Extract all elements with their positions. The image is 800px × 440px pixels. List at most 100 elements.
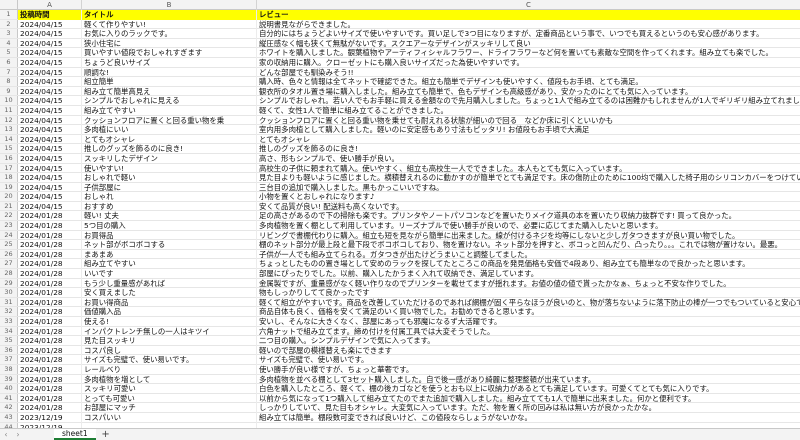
cell-date[interactable]: 2024/04/15: [18, 153, 82, 164]
cell-review[interactable]: 購入時、色々と情報は全てネットで確認できた。組立も簡単でデザインも使いやすく、値…: [257, 77, 800, 87]
row-number[interactable]: 35: [0, 336, 18, 345]
cell-title[interactable]: 子供部屋に: [82, 182, 257, 193]
cell-review[interactable]: しっかりしていて、見た目もオシャレ。大変気に入っています。ただ、物を置く所の回み…: [257, 403, 800, 413]
cell-date[interactable]: 2024/01/28: [18, 384, 82, 394]
row-number[interactable]: 22: [0, 211, 18, 221]
row-number[interactable]: 26: [0, 249, 18, 259]
column-header-a[interactable]: A: [18, 0, 82, 10]
row-number[interactable]: 29: [0, 278, 18, 288]
cell-title[interactable]: クッションフロアに置くと回る重い物を乗: [82, 115, 257, 126]
cell-title[interactable]: お買い得商品: [82, 297, 257, 308]
cell-review[interactable]: 自分的にはちょうどよいサイズで使いやすいです。買い足しで3つ目になりますが、定番…: [257, 29, 800, 39]
cell-title[interactable]: シンプルでおしゃれに見える: [82, 96, 257, 106]
cell-date[interactable]: 2024/04/15: [18, 125, 82, 135]
cell-review[interactable]: 以前から気になって1つ購入して組み立てたのでまた追加で購入しました。組み立てても…: [257, 394, 800, 404]
cell-review[interactable]: 推しのグッズを飾るのに良き!: [257, 144, 800, 154]
row-number[interactable]: 43: [0, 412, 18, 422]
row-number[interactable]: 7: [0, 67, 18, 77]
cell-review[interactable]: ホワイトを購入しました。観葉植物やアーティフィシャルフラワー、ドライフラワーなど…: [257, 48, 800, 58]
cell-title[interactable]: 使える!: [82, 317, 257, 327]
row-number[interactable]: 16: [0, 153, 18, 163]
cell-review[interactable]: リビングで書棚代わりに購入。組立も短を見ながら簡単に出来ました。線が付けるネジを…: [257, 231, 800, 241]
cell-title[interactable]: ちょうど良いサイズ: [82, 57, 257, 68]
cell-date[interactable]: 2024/01/28: [18, 355, 82, 365]
cell-date[interactable]: 2024/04/15: [18, 201, 82, 212]
cell-date[interactable]: 2023/12/19: [18, 412, 82, 423]
cell-title[interactable]: もう少し重量感があれば: [82, 278, 257, 289]
cell-review[interactable]: 金属製ですが、重量感がなく軽い作りなのでプリンターを載せてますが揺れます。お値の…: [257, 279, 800, 289]
cell-review[interactable]: 六角ナットで組み立てます。締め付けを付属工具では大変そうでした。: [257, 327, 800, 337]
row-number[interactable]: 18: [0, 173, 18, 182]
row-number[interactable]: 20: [0, 192, 18, 201]
cell-review[interactable]: 室内用多肉植として購入しました。軽いのに安定感もあり寸法もピッタリ! お値段もお…: [257, 125, 800, 135]
row-number[interactable]: 17: [0, 163, 18, 173]
cell-date[interactable]: 2024/01/28: [18, 317, 82, 327]
cell-title[interactable]: 順調な!: [82, 67, 257, 78]
cell-date[interactable]: 2024/01/28: [18, 403, 82, 413]
cell-review[interactable]: サイズも完璧で、使い易いです。: [257, 355, 800, 365]
cell-title[interactable]: コスパ良し: [82, 345, 257, 356]
cell-title[interactable]: 安く買えました: [82, 288, 257, 298]
cell-title[interactable]: とっても可愛い: [82, 393, 257, 404]
cell-title[interactable]: 5つ目の購入: [82, 221, 257, 231]
cell-review[interactable]: 子供が一人でも組み立てられる。ガタつきが出たけどうまいこと調整してました。: [257, 250, 800, 260]
cell-date[interactable]: 2024/01/28: [18, 211, 82, 222]
cell-date[interactable]: 2024/04/15: [18, 96, 82, 106]
cell-title[interactable]: 使いやすい!: [82, 163, 257, 174]
cell-date[interactable]: 2024/04/15: [18, 57, 82, 68]
cell-date[interactable]: 2024/04/15: [18, 77, 82, 87]
row-number[interactable]: 33: [0, 317, 18, 326]
cell-date[interactable]: 2024/01/28: [18, 374, 82, 385]
row-number[interactable]: 32: [0, 307, 18, 316]
row-number[interactable]: 30: [0, 288, 18, 297]
row-number[interactable]: 10: [0, 96, 18, 105]
cell-title[interactable]: 価値購入品: [82, 307, 257, 317]
cell-title[interactable]: レールべり: [82, 364, 257, 375]
cell-title[interactable]: とてもオシャレ: [82, 134, 257, 145]
next-sheet-button[interactable]: ›: [12, 430, 24, 440]
cell-title[interactable]: いいです: [82, 269, 257, 279]
cell-date[interactable]: 2024/01/28: [18, 364, 82, 375]
cell-review[interactable]: とてもオシャレ: [257, 135, 800, 145]
cell-title[interactable]: おしゃれ: [82, 192, 257, 202]
cell-date[interactable]: 2024/01/28: [18, 326, 82, 337]
cell-title[interactable]: コスパいい: [82, 412, 257, 423]
cell-review[interactable]: シンプルでおしゃれ。若い人でもお手軽に買える金額なので先月購入しました。ちょっと…: [257, 96, 800, 106]
cell-review[interactable]: 二つ目の購入。シンプルデザインで気に入ってます。: [257, 336, 800, 346]
row-number[interactable]: 3: [0, 29, 18, 38]
cell-title[interactable]: サイズも完璧で、使い易いです。: [82, 355, 257, 365]
cell-date[interactable]: 2024/01/28: [18, 336, 82, 346]
cell-review[interactable]: レビュー: [257, 10, 800, 20]
cell-date[interactable]: 2024/04/15: [18, 134, 82, 145]
cell-title[interactable]: タイトル: [82, 10, 257, 20]
row-number[interactable]: 8: [0, 77, 18, 86]
cell-review[interactable]: 安いし、そんなに大きくなく、部屋にあっても邪魔になるず大活躍です。: [257, 317, 800, 327]
row-number[interactable]: 34: [0, 326, 18, 336]
cell-title[interactable]: おすすめ: [82, 201, 257, 212]
row-number[interactable]: 36: [0, 345, 18, 355]
row-number[interactable]: 37: [0, 355, 18, 364]
cell-date[interactable]: 2024/01/28: [18, 393, 82, 404]
cell-title[interactable]: 軽くて作りやすい!: [82, 19, 257, 30]
row-number[interactable]: 27: [0, 259, 18, 269]
row-number[interactable]: 31: [0, 297, 18, 307]
cell-date[interactable]: 2024/01/28: [18, 288, 82, 298]
row-number[interactable]: 40: [0, 384, 18, 393]
cell-title[interactable]: 組み立て簡単高見え: [82, 86, 257, 97]
cell-date[interactable]: 2024/04/15: [18, 67, 82, 78]
row-number[interactable]: 41: [0, 393, 18, 403]
cell-title[interactable]: 推しのグッズを飾るのに良き!: [82, 144, 257, 154]
cell-date[interactable]: 2024/01/28: [18, 297, 82, 308]
row-number[interactable]: 11: [0, 105, 18, 115]
cell-date[interactable]: 2024/01/28: [18, 269, 82, 279]
cell-review[interactable]: 軽いので部屋の模様替えも楽にできます: [257, 346, 800, 356]
cell-title[interactable]: 狭小住宅に: [82, 38, 257, 49]
cell-date[interactable]: 2024/04/15: [18, 163, 82, 174]
row-number[interactable]: 42: [0, 403, 18, 412]
row-number[interactable]: 21: [0, 201, 18, 211]
row-number[interactable]: 39: [0, 374, 18, 384]
cell-review[interactable]: 縦圧感なく幅も狭くて無駄がないです。スクエアーなデザインがスッキリして良い: [257, 39, 800, 49]
cell-date[interactable]: 2024/04/15: [18, 48, 82, 58]
cell-review[interactable]: 説明書見ながらできました。: [257, 20, 800, 30]
cell-title[interactable]: 買いやすい値段でおしゃれすぎます: [82, 48, 257, 58]
